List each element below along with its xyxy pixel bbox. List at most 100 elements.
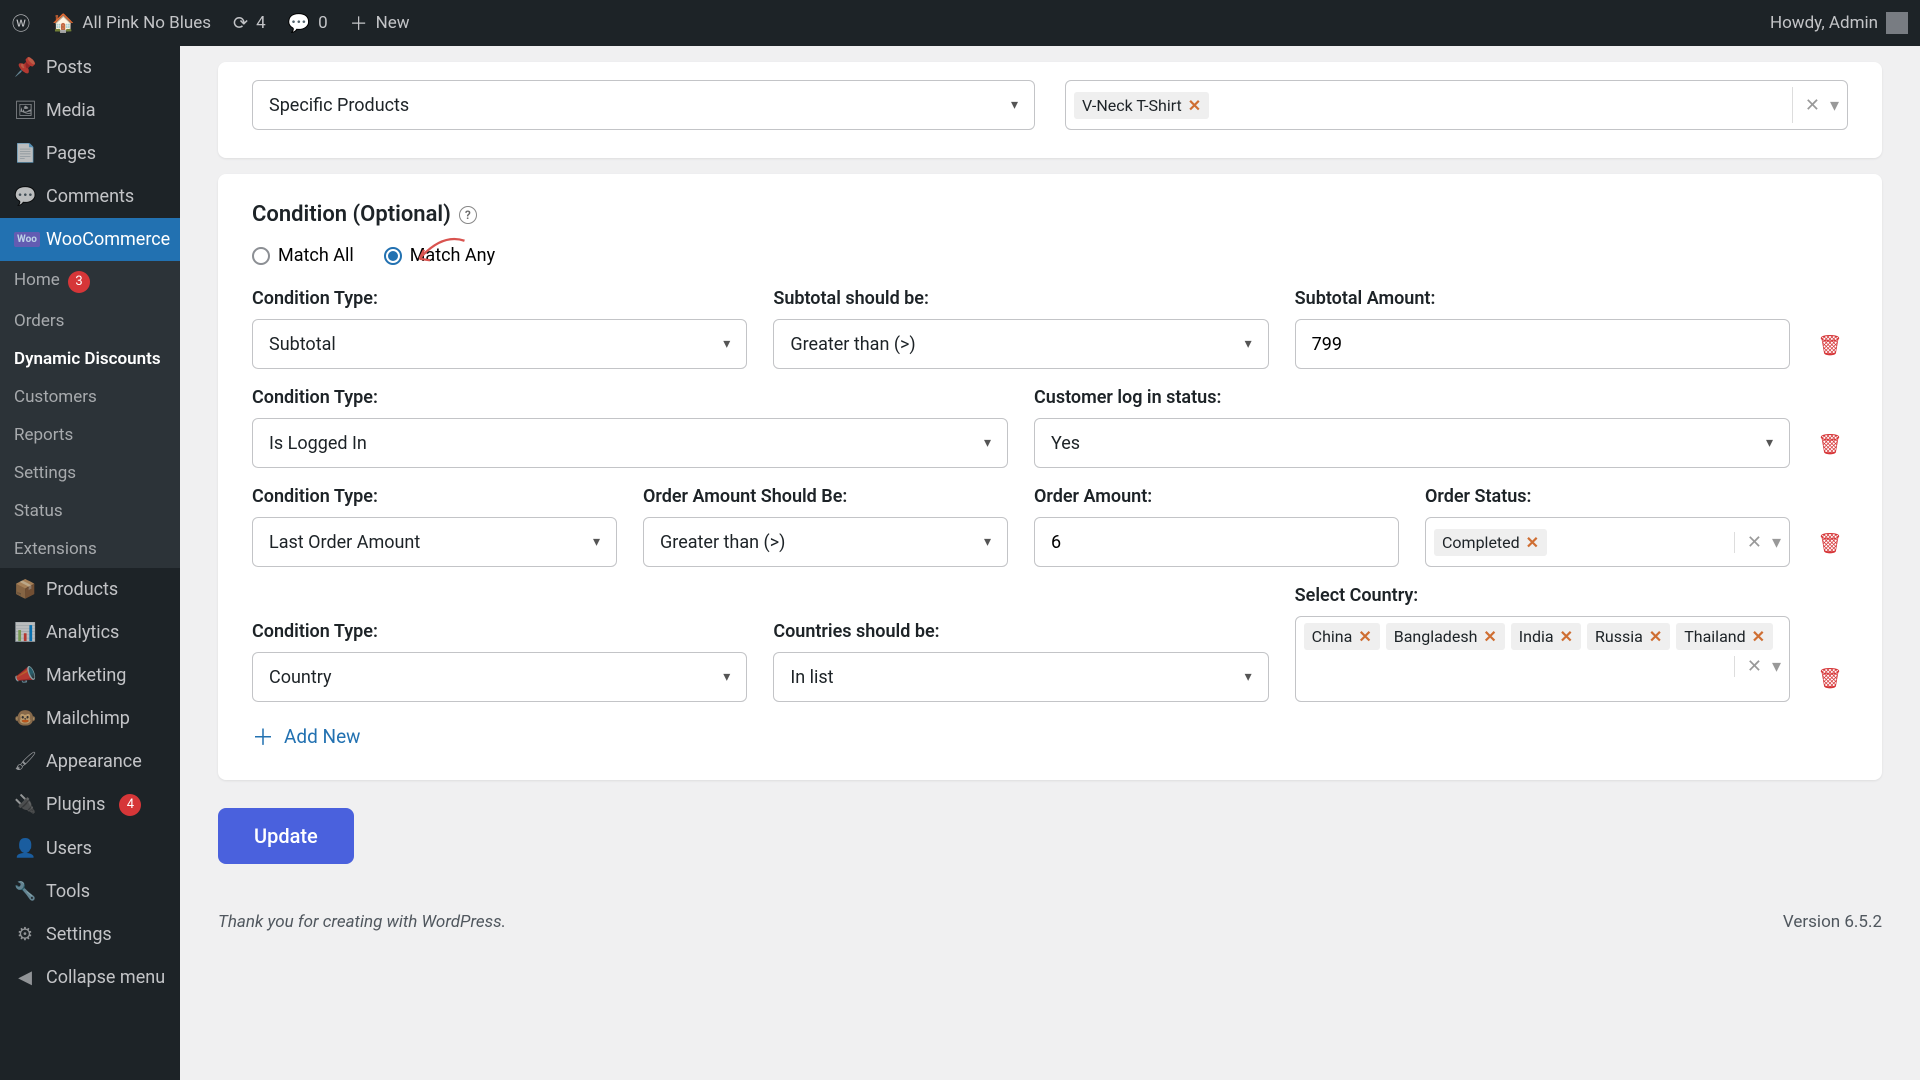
sidebar-item-tools[interactable]: 🔧 Tools	[0, 870, 180, 913]
site-home-link[interactable]: 🏠 All Pink No Blues	[52, 13, 211, 34]
wp-sidebar: 📌Posts🖼Media 📄 Pages 💬 Comments WooWooCommerc…	[0, 46, 180, 1080]
update-button[interactable]: Update	[218, 808, 354, 864]
sidebar-item-users[interactable]: 👤Users	[0, 827, 180, 870]
chevron-down-icon: ▾	[1766, 435, 1773, 451]
submenu-item-settings[interactable]: Settings	[0, 454, 180, 492]
sidebar-item-collapse[interactable]: ◀Collapse menu	[0, 956, 180, 999]
howdy-link[interactable]: Howdy, Admin	[1770, 12, 1908, 34]
submenu-item-extensions[interactable]: Extensions	[0, 530, 180, 568]
sidebar-item-label: Appearance	[46, 751, 142, 772]
sidebar-item-posts[interactable]: 📌Posts	[0, 46, 180, 89]
sidebar-item-products[interactable]: 📦Products	[0, 568, 180, 611]
products-multiselect[interactable]: V-Neck T-Shirt✕ ✕ ▾	[1065, 80, 1848, 130]
chevron-down-icon[interactable]: ▾	[1830, 95, 1839, 116]
field-label: Order Status:	[1425, 486, 1790, 507]
submenu-item-reports[interactable]: Reports	[0, 416, 180, 454]
order-status-multiselect[interactable]: Completed✕ ✕ ▾	[1425, 517, 1790, 567]
settings-icon: ⚙	[14, 924, 36, 945]
sidebar-item-label: Settings	[46, 924, 112, 945]
main-content: Specific Products ▾ V-Neck T-Shirt✕ ✕ ▾ …	[180, 46, 1920, 1080]
comments-link[interactable]: 💬 0	[288, 13, 328, 34]
chevron-down-icon[interactable]: ▾	[1772, 532, 1781, 553]
mailchimp-icon: 🐵	[14, 708, 36, 729]
submenu-item-status[interactable]: Status	[0, 492, 180, 530]
condition-type-select[interactable]: Country▾	[252, 652, 747, 702]
help-icon[interactable]: ?	[459, 206, 477, 224]
clear-all-icon[interactable]: ✕	[1805, 95, 1820, 116]
match-any-radio[interactable]: Match Any	[384, 245, 495, 266]
product-scope-select[interactable]: Specific Products ▾	[252, 80, 1035, 130]
subtotal-amount-input[interactable]	[1295, 319, 1790, 369]
clear-all-icon[interactable]: ✕	[1747, 656, 1762, 677]
match-all-radio[interactable]: Match All	[252, 245, 354, 266]
subtotal-operator-select[interactable]: Greater than (>)▾	[773, 319, 1268, 369]
sidebar-item-comments[interactable]: 💬 Comments	[0, 175, 180, 218]
marketing-icon: 📣	[14, 665, 36, 686]
sidebar-item-settings[interactable]: ⚙ Settings	[0, 913, 180, 956]
woocommerce-submenu: Home 3OrdersDynamic DiscountsCustomersRe…	[0, 261, 180, 568]
sidebar-item-marketing[interactable]: 📣 Marketing	[0, 654, 180, 697]
remove-tag-icon[interactable]: ✕	[1649, 627, 1662, 646]
remove-tag-icon[interactable]: ✕	[1483, 627, 1496, 646]
countries-multiselect[interactable]: China✕Bangladesh✕India✕Russia✕Thailand✕ …	[1295, 616, 1790, 702]
condition-type-select[interactable]: Is Logged In▾	[252, 418, 1008, 468]
sidebar-item-media[interactable]: 🖼Media	[0, 89, 180, 132]
sidebar-item-plugins[interactable]: 🔌Plugins4	[0, 783, 180, 827]
media-icon: 🖼	[14, 100, 36, 121]
tag: Bangladesh✕	[1386, 623, 1505, 650]
remove-tag-icon[interactable]: ✕	[1358, 627, 1371, 646]
condition-type-select[interactable]: Last Order Amount▾	[252, 517, 617, 567]
delete-row-button[interactable]: 🗑	[1816, 430, 1844, 458]
comments-icon: 💬	[14, 186, 36, 207]
sidebar-item-label: Marketing	[46, 665, 126, 686]
remove-tag-icon[interactable]: ✕	[1188, 96, 1201, 115]
sidebar-item-analytics[interactable]: 📊Analytics	[0, 611, 180, 654]
new-label: New	[376, 13, 410, 33]
collapse-icon: ◀	[14, 967, 36, 988]
new-content-link[interactable]: ＋ New	[350, 10, 410, 36]
remove-tag-icon[interactable]: ✕	[1752, 627, 1765, 646]
condition-row: Condition Type: Is Logged In▾ Customer l…	[252, 387, 1848, 468]
sidebar-item-label: Mailchimp	[46, 708, 130, 729]
sidebar-item-label: Tools	[46, 881, 90, 902]
delete-row-button[interactable]: 🗑	[1816, 664, 1844, 692]
comment-icon: 💬	[288, 13, 310, 34]
delete-row-button[interactable]: 🗑	[1816, 529, 1844, 557]
login-status-select[interactable]: Yes▾	[1034, 418, 1790, 468]
tag: Russia✕	[1587, 623, 1670, 650]
delete-row-button[interactable]: 🗑	[1816, 331, 1844, 359]
products-icon: 📦	[14, 579, 36, 600]
field-label: Condition Type:	[252, 486, 617, 507]
add-new-button[interactable]: ＋ Add New	[252, 720, 1848, 752]
order-amount-input[interactable]	[1034, 517, 1399, 567]
sidebar-item-label: Pages	[46, 143, 96, 164]
sidebar-item-mailchimp[interactable]: 🐵 Mailchimp	[0, 697, 180, 740]
submenu-item-home[interactable]: Home 3	[0, 261, 180, 302]
remove-tag-icon[interactable]: ✕	[1560, 627, 1573, 646]
condition-row: Condition Type: Last Order Amount▾ Order…	[252, 486, 1848, 567]
sidebar-item-pages[interactable]: 📄 Pages	[0, 132, 180, 175]
chevron-down-icon: ▾	[1245, 336, 1252, 352]
comments-count: 0	[318, 13, 328, 33]
remove-tag-icon[interactable]: ✕	[1526, 533, 1539, 552]
condition-type-select[interactable]: Subtotal▾	[252, 319, 747, 369]
sidebar-item-appearance[interactable]: 🖌Appearance	[0, 740, 180, 783]
countries-operator-select[interactable]: In list▾	[773, 652, 1268, 702]
submenu-item-dynamic-discounts[interactable]: Dynamic Discounts	[0, 340, 180, 378]
sidebar-item-label: Comments	[46, 186, 134, 207]
clear-all-icon[interactable]: ✕	[1747, 532, 1762, 553]
chevron-down-icon[interactable]: ▾	[1772, 656, 1781, 677]
submenu-item-orders[interactable]: Orders	[0, 302, 180, 340]
updates-link[interactable]: ⟳ 4	[233, 13, 266, 34]
condition-row: Condition Type: Country▾ Countries shoul…	[252, 585, 1848, 702]
tools-icon: 🔧	[14, 881, 36, 902]
order-amount-operator-select[interactable]: Greater than (>)▾	[643, 517, 1008, 567]
users-icon: 👤	[14, 838, 36, 859]
pages-icon: 📄	[14, 143, 36, 164]
products-card: Specific Products ▾ V-Neck T-Shirt✕ ✕ ▾	[218, 62, 1882, 158]
tag: China✕	[1304, 623, 1380, 650]
wp-logo[interactable]: ⓦ	[12, 10, 30, 36]
sidebar-item-woocommerce[interactable]: WooWooCommerce	[0, 218, 180, 261]
tag: India✕	[1511, 623, 1581, 650]
submenu-item-customers[interactable]: Customers	[0, 378, 180, 416]
